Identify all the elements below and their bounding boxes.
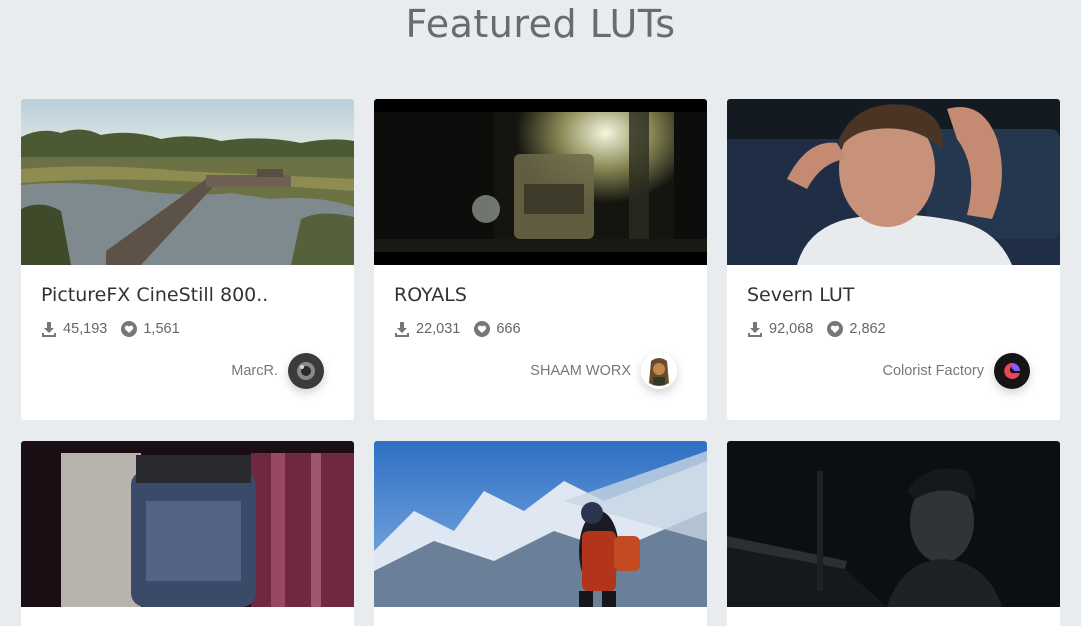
lut-thumbnail[interactable] (21, 99, 354, 265)
page-title: Featured LUTs (405, 2, 676, 46)
heart-icon (121, 321, 138, 337)
download-count: 22,031 (416, 321, 461, 337)
like-count: 1,561 (143, 321, 180, 337)
author[interactable]: MarcR. (231, 353, 324, 389)
heart-icon (474, 321, 491, 337)
author[interactable]: Colorist Factory (882, 353, 1030, 389)
lut-title[interactable]: ROYALS (394, 284, 467, 306)
avatar[interactable] (288, 353, 324, 389)
lut-title[interactable]: PictureFX CineStill 800.. (41, 284, 268, 306)
author-name[interactable]: MarcR. (231, 363, 278, 379)
lut-thumbnail[interactable] (727, 441, 1060, 607)
like-count: 666 (496, 321, 521, 337)
avatar[interactable] (641, 353, 677, 389)
lut-stats: 45,193 1,561 (41, 321, 188, 337)
download-icon (395, 322, 409, 337)
lut-title[interactable]: Severn LUT (747, 284, 854, 306)
lut-thumbnail[interactable] (374, 441, 707, 607)
download-icon (748, 322, 762, 337)
lut-stats: 22,031 666 (394, 321, 529, 337)
download-count: 92,068 (769, 321, 814, 337)
lut-thumbnail[interactable] (21, 441, 354, 607)
lut-card[interactable] (727, 441, 1060, 626)
lut-card[interactable] (21, 441, 354, 626)
like-count: 2,862 (849, 321, 886, 337)
download-count: 45,193 (63, 321, 108, 337)
lut-thumbnail[interactable] (727, 99, 1060, 265)
heart-icon (827, 321, 844, 337)
download-icon (42, 322, 56, 337)
lut-card-picturefx[interactable]: PictureFX CineStill 800.. 45,193 1,561 M… (21, 99, 354, 420)
author-name[interactable]: Colorist Factory (882, 363, 984, 379)
lut-stats: 92,068 2,862 (747, 321, 894, 337)
author-name[interactable]: SHAAM WORX (530, 363, 631, 379)
lut-card[interactable] (374, 441, 707, 626)
lut-thumbnail[interactable] (374, 99, 707, 265)
lut-card-severn[interactable]: Severn LUT 92,068 2,862 Colorist Factory (727, 99, 1060, 420)
lut-card-royals[interactable]: ROYALS 22,031 666 SHAAM WORX (374, 99, 707, 420)
avatar[interactable] (994, 353, 1030, 389)
author[interactable]: SHAAM WORX (530, 353, 677, 389)
